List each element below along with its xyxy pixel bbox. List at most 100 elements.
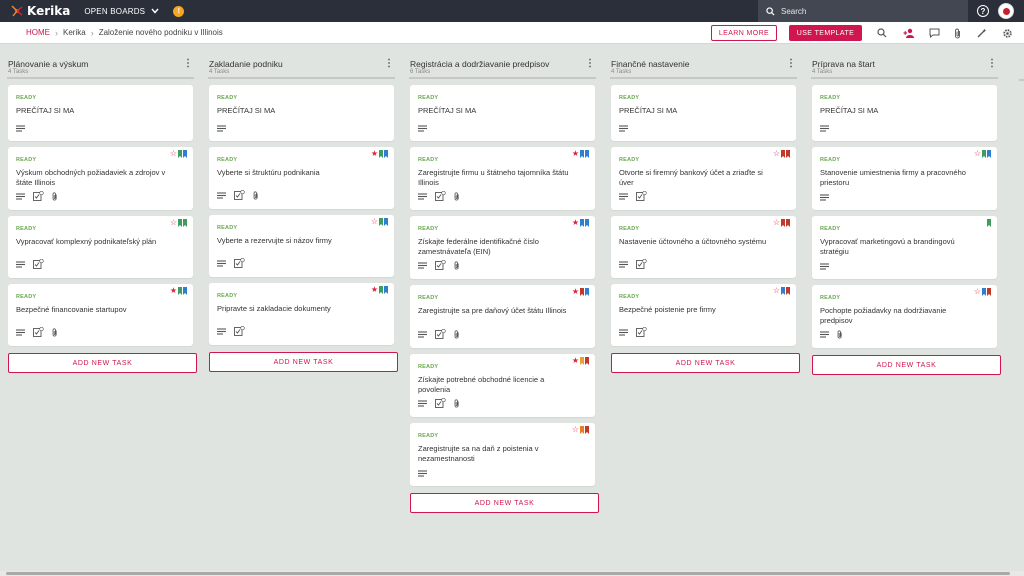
add-new-task-button[interactable]: ADD NEW TASK — [8, 353, 197, 373]
task-card[interactable]: ★ READY Zaregistrujte firmu u štátneho taj… — [410, 147, 595, 210]
task-card[interactable]: ★ READY Získajte federálne identifikačné č… — [410, 216, 595, 279]
add-new-task-button[interactable]: ADD NEW TASK — [410, 493, 599, 513]
notification-icon[interactable]: ! — [173, 5, 185, 17]
star-outline-icon[interactable]: ☆ — [773, 150, 780, 158]
status-badge: READY — [820, 157, 841, 163]
tag-icon — [183, 287, 187, 295]
help-icon[interactable]: ? — [977, 5, 989, 17]
card-meta — [418, 125, 427, 134]
tag-icon — [379, 218, 383, 226]
column-header[interactable]: Zakladanie podniku 4 Tasks ⋮ — [208, 45, 395, 79]
column-header[interactable]: Registrácia a dodržiavanie predpisov 6 Ta… — [409, 45, 596, 79]
card-flags: ★ — [572, 150, 589, 158]
task-card[interactable]: READY PREČÍTAJ SI MA — [8, 85, 193, 141]
task-card[interactable]: ★ READY Vyberte si štruktúru podnikania — [209, 147, 394, 209]
task-card[interactable]: READY PREČÍTAJ SI MA — [410, 85, 595, 141]
star-filled-icon[interactable]: ★ — [572, 288, 579, 296]
card-meta — [16, 190, 58, 203]
chat-icon[interactable] — [928, 27, 940, 39]
star-outline-icon[interactable]: ☆ — [773, 287, 780, 295]
star-outline-icon[interactable]: ☆ — [773, 219, 780, 227]
add-new-task-button[interactable]: ADD NEW TASK — [209, 352, 398, 372]
learn-more-button[interactable]: LEARN MORE — [711, 25, 777, 41]
avatar[interactable] — [998, 3, 1014, 19]
tag-icon — [786, 150, 790, 158]
more-vertical-icon[interactable]: ⋮ — [384, 58, 394, 69]
card-meta — [619, 190, 647, 203]
add-new-task-button[interactable]: ADD NEW TASK — [611, 353, 800, 373]
search-bar[interactable] — [758, 0, 968, 22]
kerika-logo[interactable]: Kerika — [10, 4, 70, 18]
task-card[interactable]: ★ READY Získajte potrebné obchodné licenci… — [410, 354, 595, 417]
task-card[interactable]: ☆ READY Vypracovať komplexný podnikateľský… — [8, 216, 193, 278]
task-card[interactable]: ☆ READY Vyberte a rezervujte si názov firm… — [209, 215, 394, 277]
use-template-button[interactable]: USE TEMPLATE — [789, 25, 862, 41]
column-header[interactable]: Finančné nastavenie 4 Tasks ⋮ — [610, 45, 797, 79]
more-vertical-icon[interactable]: ⋮ — [585, 58, 595, 69]
task-card[interactable]: ☆ READY Pochopte požiadavky na dodržiavani… — [812, 285, 997, 348]
column-title: Zakladanie podniku — [209, 59, 283, 69]
gear-icon[interactable] — [1001, 27, 1013, 39]
star-filled-icon[interactable]: ★ — [371, 150, 378, 158]
card-meta — [217, 125, 226, 134]
more-vertical-icon[interactable]: ⋮ — [987, 58, 997, 69]
more-vertical-icon[interactable]: ⋮ — [183, 58, 193, 69]
task-card[interactable]: READY PREČÍTAJ SI MA — [209, 85, 394, 141]
notes-icon — [418, 261, 427, 271]
notes-icon — [217, 125, 226, 134]
task-card[interactable]: ☆ READY Zaregistrujte sa na daň z poisteni… — [410, 423, 595, 486]
star-outline-icon[interactable]: ☆ — [371, 218, 378, 226]
task-card[interactable]: ★ READY Pripravte si zakladacie dokumenty — [209, 283, 394, 345]
star-filled-icon[interactable]: ★ — [170, 287, 177, 295]
more-vertical-icon[interactable]: ⋮ — [786, 58, 796, 69]
task-card[interactable]: READY Vypracovať marketingovú a brandingo… — [812, 216, 997, 279]
status-badge: READY — [619, 95, 640, 101]
tag-icon — [384, 286, 388, 294]
star-filled-icon[interactable]: ★ — [371, 286, 378, 294]
tag-icon — [585, 357, 589, 365]
open-boards-menu[interactable]: OPEN BOARDS — [84, 7, 159, 16]
task-title: Stanovenie umiestnenia firmy a pracovnéh… — [820, 168, 966, 187]
task-card[interactable]: READY PREČÍTAJ SI MA — [812, 85, 997, 141]
notes-icon — [217, 327, 226, 337]
star-filled-icon[interactable]: ★ — [572, 219, 579, 227]
task-card[interactable]: ☆ READY Bezpečné poistenie pre firmy — [611, 284, 796, 346]
column-header[interactable]: Plánovanie a výskum 4 Tasks ⋮ — [7, 45, 194, 79]
task-card[interactable]: ☆ READY Otvorte si firemný bankový účet a … — [611, 147, 796, 210]
column-header[interactable]: Príprava na štart 4 Tasks ⋮ — [811, 45, 998, 79]
task-card[interactable]: ★ READY Bezpečné financovanie startupov — [8, 284, 193, 346]
column-task-count: 4 Tasks — [8, 69, 29, 75]
star-outline-icon[interactable]: ☆ — [974, 288, 981, 296]
task-card[interactable]: ☆ READY Nastavenie účtovného a účtovného s… — [611, 216, 796, 278]
tag-icon — [987, 219, 991, 227]
star-outline-icon[interactable]: ☆ — [974, 150, 981, 158]
tag-icon — [982, 288, 986, 296]
task-card[interactable]: READY PREČÍTAJ SI MA — [611, 85, 796, 141]
horizontal-scrollbar-thumb[interactable] — [6, 572, 1010, 575]
breadcrumb-account[interactable]: Kerika — [63, 28, 86, 37]
add-new-task-button[interactable]: ADD NEW TASK — [812, 355, 1001, 375]
task-card[interactable]: ☆ READY Výskum obchodných požiadaviek a zd… — [8, 147, 193, 210]
task-card[interactable]: ☆ READY Stanovenie umiestnenia firmy a pra… — [812, 147, 997, 210]
board: Plánovanie a výskum 4 Tasks ⋮ READY PREČÍTAJ… — [0, 45, 1024, 571]
breadcrumb: HOME › Kerika › Založenie nového podniku… — [26, 28, 223, 38]
star-filled-icon[interactable]: ★ — [572, 150, 579, 158]
add-person-icon[interactable] — [903, 27, 915, 39]
top-bar: Kerika OPEN BOARDS ! ? — [0, 0, 1024, 22]
attachment-icon — [52, 191, 58, 203]
attachment-icon[interactable] — [952, 27, 964, 39]
star-filled-icon[interactable]: ★ — [572, 357, 579, 365]
search-input[interactable] — [781, 6, 941, 16]
tag-icon — [183, 219, 187, 227]
wand-icon[interactable] — [976, 27, 988, 39]
task-card[interactable]: ★ READY Zaregistrujte sa pre daňový účet š… — [410, 285, 595, 348]
card-meta — [217, 189, 259, 202]
star-outline-icon[interactable]: ☆ — [170, 219, 177, 227]
notes-icon — [820, 331, 829, 340]
breadcrumb-home[interactable]: HOME — [26, 28, 50, 37]
star-outline-icon[interactable]: ☆ — [170, 150, 177, 158]
search-icon[interactable] — [876, 27, 888, 39]
card-meta — [418, 470, 427, 479]
task-title: PREČÍTAJ SI MA — [217, 106, 276, 115]
star-outline-icon[interactable]: ☆ — [572, 426, 579, 434]
